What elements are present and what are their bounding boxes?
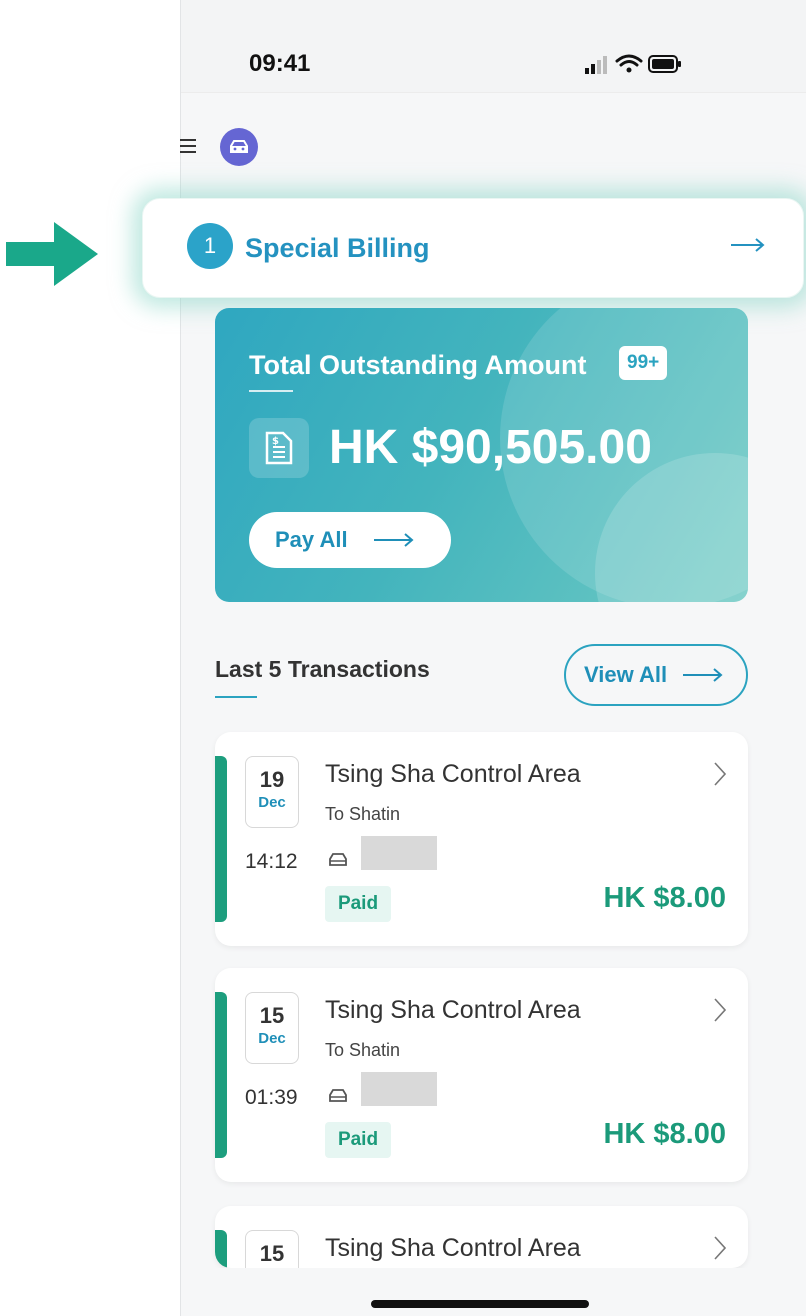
special-billing-card[interactable]: 1 Special Billing: [142, 198, 804, 298]
outstanding-amount: HK $90,505.00: [329, 421, 652, 474]
view-all-button[interactable]: View All: [564, 644, 748, 706]
status-bar-accent: [215, 1230, 227, 1268]
car-icon: [230, 140, 248, 153]
document-icon: $: [249, 418, 309, 478]
view-all-label: View All: [584, 662, 668, 687]
car-icon: [329, 1089, 347, 1102]
transaction-place: Tsing Sha Control Area: [325, 996, 581, 1024]
outstanding-amount-card: Total Outstanding Amount 99+ $ HK $90,50…: [215, 308, 748, 602]
title-underline: [249, 390, 293, 392]
section-underline: [215, 696, 257, 698]
status-badge: Paid: [325, 886, 391, 922]
arrow-right-icon: [731, 238, 765, 252]
status-badge: Paid: [325, 1122, 391, 1158]
transaction-card[interactable]: 19 Dec 14:12 Tsing Sha Control Area To S…: [215, 732, 748, 946]
wifi-icon: [615, 54, 643, 73]
status-bar-accent: [215, 992, 227, 1158]
special-billing-number: 1: [187, 223, 233, 269]
special-billing-title: Special Billing: [245, 233, 430, 263]
transaction-time: 01:39: [245, 1086, 298, 1109]
transaction-amount: HK $8.00: [603, 882, 726, 914]
pay-all-label: Pay All: [275, 527, 348, 552]
status-bar-accent: [215, 756, 227, 922]
signal-icon: [585, 56, 607, 74]
arrow-right-icon: [373, 533, 414, 547]
transaction-amount: HK $8.00: [603, 1118, 726, 1150]
transaction-date: 19 Dec: [245, 756, 299, 828]
transaction-card[interactable]: 15 Dec 01:39 Tsing Sha Control Area To S…: [215, 968, 748, 1182]
transaction-day: 15: [259, 1003, 285, 1028]
status-bar: 09:41: [181, 0, 806, 93]
transaction-direction: To Shatin: [325, 804, 401, 824]
car-icon: [329, 853, 347, 866]
home-indicator[interactable]: [371, 1300, 589, 1308]
outstanding-title: Total Outstanding Amount: [249, 350, 587, 380]
status-time: 09:41: [249, 50, 311, 77]
transaction-direction: To Shatin: [325, 1040, 401, 1060]
pay-all-button[interactable]: Pay All: [249, 512, 451, 568]
transaction-month: Dec: [258, 794, 286, 811]
plate-number-redacted: [361, 836, 437, 870]
transaction-date: 15: [245, 1230, 299, 1268]
chevron-right-icon: [714, 762, 726, 786]
transaction-day: 19: [259, 767, 285, 792]
transaction-place: Tsing Sha Control Area: [325, 760, 581, 788]
transaction-card[interactable]: 15 Tsing Sha Control Area: [215, 1206, 748, 1268]
transactions-title: Last 5 Transactions: [215, 656, 430, 682]
avatar[interactable]: [220, 128, 258, 166]
outstanding-count-badge: 99+: [619, 346, 668, 380]
hamburger-icon[interactable]: [180, 138, 196, 154]
battery-icon: [648, 55, 681, 73]
annotation-arrow-icon: [6, 222, 98, 286]
plate-number-redacted: [361, 1072, 437, 1106]
chevron-right-icon: [714, 998, 726, 1022]
transaction-place: Tsing Sha Control Area: [325, 1234, 581, 1262]
transaction-month: Dec: [258, 1030, 286, 1047]
arrow-right-icon: [683, 668, 723, 682]
status-icons: [585, 54, 681, 74]
transaction-date: 15 Dec: [245, 992, 299, 1064]
chevron-right-icon: [714, 1236, 726, 1260]
transaction-time: 14:12: [245, 850, 298, 873]
svg-text:$: $: [272, 436, 279, 447]
transaction-day: 15: [259, 1241, 285, 1266]
home-area: [181, 1268, 806, 1316]
